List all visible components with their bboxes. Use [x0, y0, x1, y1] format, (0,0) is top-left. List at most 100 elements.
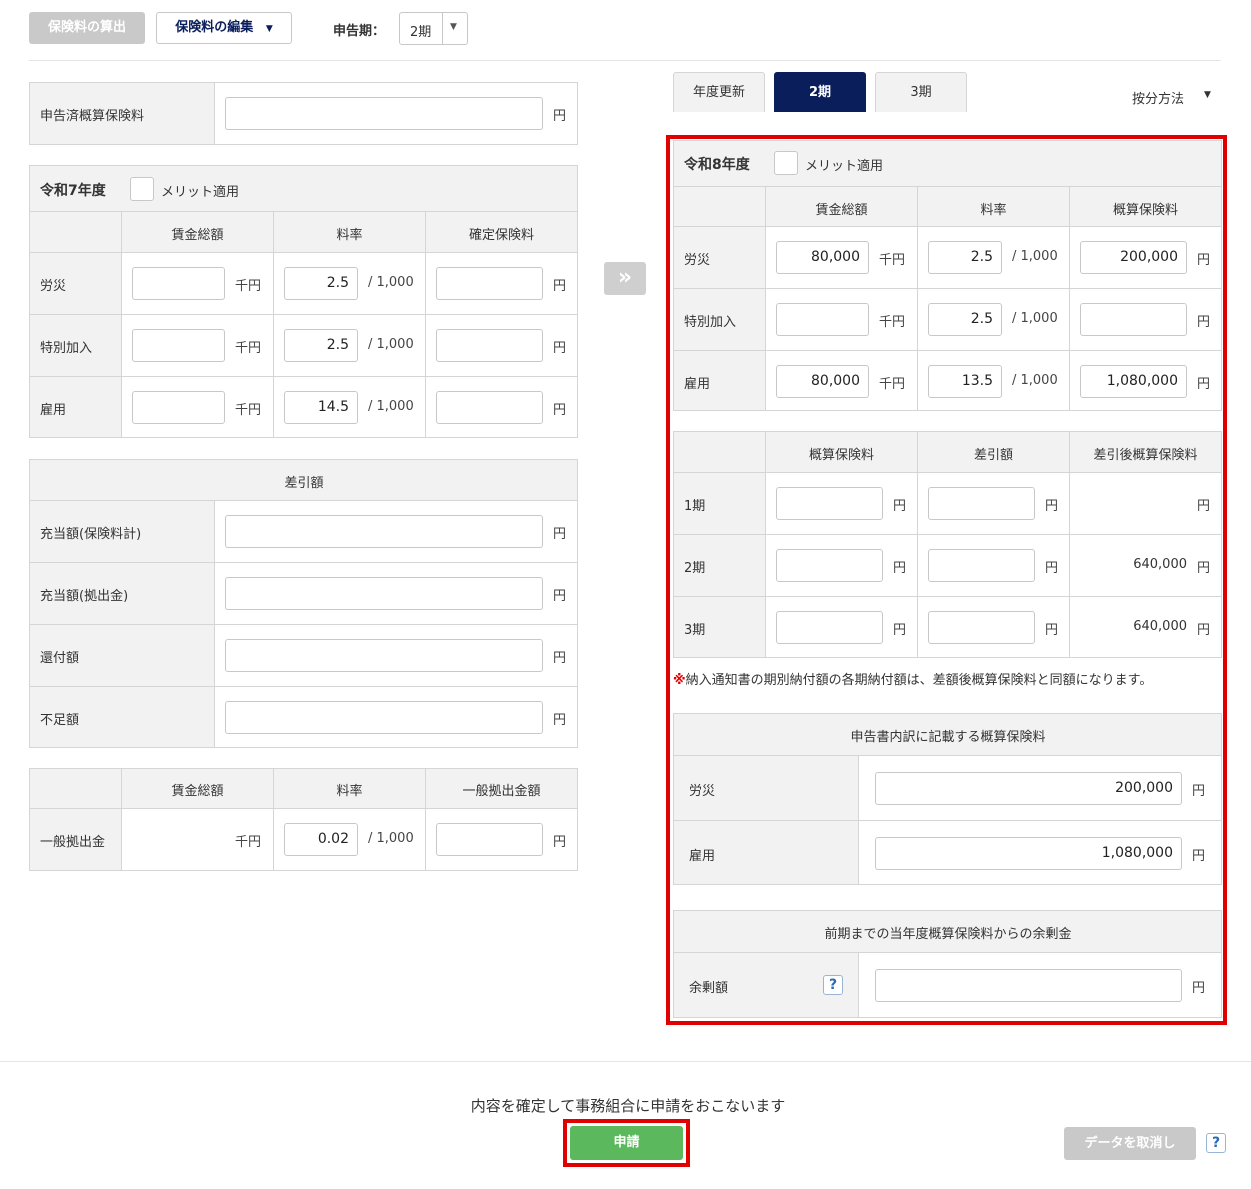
r7-header-rate-label: 料率 — [336, 228, 363, 243]
r7-wage-input[interactable] — [132, 267, 225, 300]
period-select[interactable]: 2期 ▼ — [399, 12, 468, 45]
period-after-cell: 円 — [1070, 473, 1222, 535]
surplus-value-cell: 円 — [859, 953, 1222, 1018]
edit-premium-button[interactable]: 保険料の編集 ▼ — [156, 12, 292, 44]
declared-breakdown-table: 申告書内訳に記載する概算保険料 労災 200,000 円 雇用 1,080,00… — [673, 713, 1222, 885]
r7-wage-input[interactable] — [132, 329, 225, 362]
difference-input[interactable] — [225, 639, 543, 672]
yen-unit: 円 — [553, 589, 567, 604]
difference-input[interactable] — [225, 577, 543, 610]
difference-input[interactable] — [225, 701, 543, 734]
r8-wage-cell: 80,000 千円 — [766, 351, 918, 411]
period-estimated-cell: 円 — [766, 473, 918, 535]
r8-row-label: 特別加入 — [684, 315, 737, 330]
general-amount-input[interactable] — [436, 823, 543, 856]
difference-row-label: 充当額(拠出金) — [40, 589, 129, 604]
r7-rate-unit: / 1,000 — [368, 399, 414, 414]
r8-amount-unit: 円 — [1197, 315, 1211, 330]
r7-rate-input[interactable]: 2.5 — [284, 267, 358, 300]
general-header-wage-label: 賃金総額 — [171, 784, 224, 799]
general-row-label-cell: 一般拠出金 — [30, 809, 122, 871]
r7-wage-unit: 千円 — [235, 403, 262, 418]
r7-header-wage-label: 賃金総額 — [171, 228, 224, 243]
general-rate-input[interactable]: 0.02 — [284, 823, 358, 856]
yen-unit: 円 — [1045, 499, 1059, 514]
period-header-estimated: 概算保険料 — [766, 432, 918, 473]
tab-period-2-label: 2期 — [808, 85, 832, 100]
difference-input[interactable] — [225, 515, 543, 548]
copy-arrow-button[interactable]: » — [604, 262, 646, 295]
period-estimated-input[interactable] — [776, 549, 883, 582]
r8-wage-cell: 80,000 千円 — [766, 227, 918, 289]
r8-amount-input[interactable]: 200,000 — [1080, 241, 1187, 274]
apply-button[interactable]: 申請 — [570, 1126, 683, 1160]
help-icon[interactable]: ? — [823, 975, 843, 995]
difference-row-label-cell: 不足額 — [30, 687, 215, 748]
r7-title: 令和7年度 — [40, 183, 106, 199]
declared-breakdown-input[interactable]: 200,000 — [875, 772, 1182, 805]
tab-period-2[interactable]: 2期 — [774, 72, 866, 112]
r7-header-amount-label: 確定保険料 — [468, 228, 534, 243]
r7-wage-input[interactable] — [132, 391, 225, 424]
r7-rate-input[interactable]: 2.5 — [284, 329, 358, 362]
period-after-cell: 640,000 円 — [1070, 535, 1222, 597]
period-difference-input[interactable] — [928, 611, 1035, 644]
allocation-method-label: 按分方法 — [1132, 92, 1185, 107]
period-difference-input[interactable] — [928, 487, 1035, 520]
r8-rate-input[interactable]: 2.5 — [928, 303, 1002, 336]
r8-rate-cell: 2.5 / 1,000 — [918, 227, 1070, 289]
period-difference-input[interactable] — [928, 549, 1035, 582]
r7-amount-input[interactable] — [436, 329, 543, 362]
help-icon[interactable]: ? — [1206, 1133, 1226, 1153]
r8-rate-unit: / 1,000 — [1012, 249, 1058, 264]
yen-unit: 円 — [1197, 499, 1211, 514]
allocation-method-dropdown[interactable]: 按分方法 ▼ — [1122, 88, 1222, 108]
period-estimated-input[interactable] — [776, 611, 883, 644]
tab-annual-update[interactable]: 年度更新 — [673, 72, 765, 112]
r7-amount-unit: 円 — [553, 279, 567, 294]
calc-premium-button[interactable]: 保険料の算出 — [29, 12, 145, 44]
r7-row-label-cell: 雇用 — [30, 377, 122, 438]
surplus-input[interactable] — [875, 969, 1182, 1002]
period-estimated-input[interactable] — [776, 487, 883, 520]
r7-amount-cell: 円 — [426, 315, 578, 377]
general-rate-cell: 0.02 / 1,000 — [274, 809, 426, 871]
difference-row-label: 充当額(保険料計) — [40, 527, 142, 542]
r8-merit-checkbox[interactable] — [774, 151, 798, 175]
difference-row-label: 不足額 — [40, 713, 80, 728]
declared-premium-label-cell: 申告済概算保険料 — [30, 83, 215, 145]
surplus-title-row: 前期までの当年度概算保険料からの余剰金 — [674, 911, 1222, 953]
r8-wage-input[interactable] — [776, 303, 869, 336]
r7-row-label-cell: 労災 — [30, 253, 122, 315]
period-select-value: 2期 — [410, 25, 432, 40]
r8-amount-input[interactable]: 1,080,000 — [1080, 365, 1187, 398]
yen-unit: 円 — [1197, 561, 1211, 576]
r7-merit-label: メリット適用 — [161, 185, 240, 200]
r7-rate-input[interactable]: 14.5 — [284, 391, 358, 424]
difference-title-row: 差引額 — [30, 460, 578, 501]
r7-merit-checkbox[interactable] — [130, 177, 154, 201]
r8-rate-input[interactable]: 13.5 — [928, 365, 1002, 398]
declared-premium-input[interactable] — [225, 97, 543, 130]
r8-title: 令和8年度 — [684, 157, 750, 173]
difference-row-label-cell: 還付額 — [30, 625, 215, 687]
general-wage-cell: 千円 — [122, 809, 274, 871]
cancel-data-button[interactable]: データを取消し — [1064, 1127, 1196, 1160]
declared-breakdown-input[interactable]: 1,080,000 — [875, 837, 1182, 870]
r7-amount-input[interactable] — [436, 267, 543, 300]
caret-down-icon: ▼ — [265, 24, 273, 34]
r7-amount-input[interactable] — [436, 391, 543, 424]
r8-wage-input[interactable]: 80,000 — [776, 241, 869, 274]
r8-rate-input[interactable]: 2.5 — [928, 241, 1002, 274]
r8-header-rate: 料率 — [918, 187, 1070, 227]
tab-period-3[interactable]: 3期 — [875, 72, 967, 112]
period-row-label: 3期 — [684, 623, 706, 638]
declared-premium-value-cell: 円 — [215, 83, 578, 145]
r8-amount-input[interactable] — [1080, 303, 1187, 336]
r8-wage-input[interactable]: 80,000 — [776, 365, 869, 398]
general-header-amount: 一般拠出金額 — [426, 769, 578, 809]
r7-header-wage: 賃金総額 — [122, 212, 274, 253]
yen-unit: 円 — [1192, 981, 1206, 996]
declared-breakdown-label-cell: 労災 — [674, 756, 859, 821]
r7-row-label-cell: 特別加入 — [30, 315, 122, 377]
